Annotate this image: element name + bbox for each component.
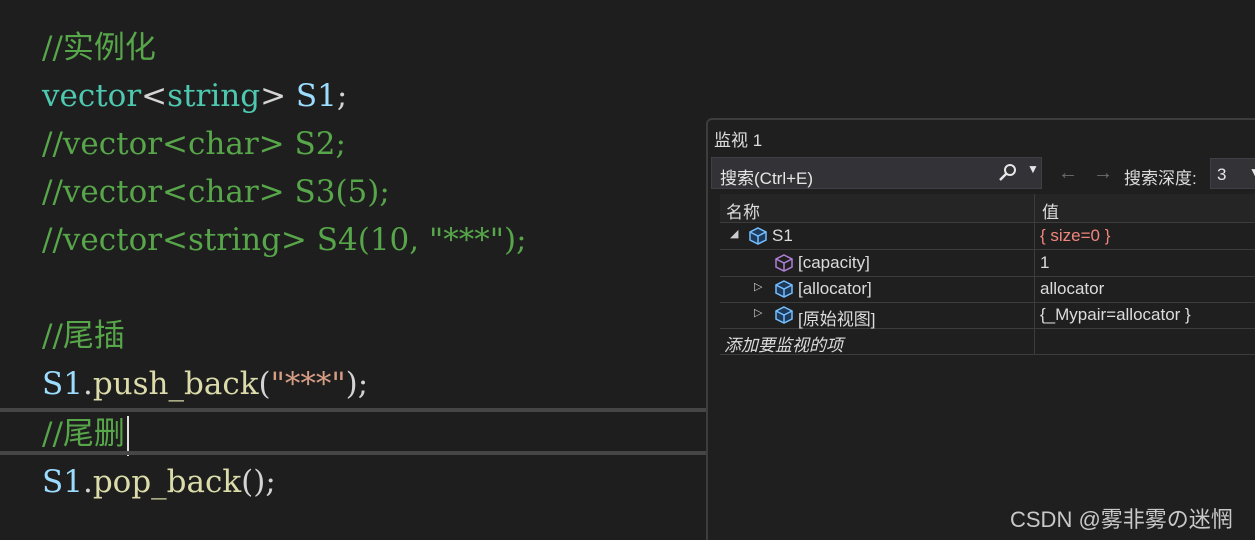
comment-text: //实例化 <box>42 30 156 66</box>
watch-row-allocator[interactable]: ▷ [allocator] allocator <box>720 276 1255 303</box>
comment-text: //vector<string> S4(10, "***"); <box>42 222 527 258</box>
search-depth-select[interactable]: 3 ▼ <box>1210 158 1255 189</box>
type-keyword: vector <box>42 78 142 114</box>
collapsed-triangle-icon[interactable]: ▷ <box>754 306 762 319</box>
watch-row-s1[interactable]: ◢ S1 { size=0 } <box>720 223 1255 250</box>
property-icon <box>774 253 794 273</box>
paren-open: ( <box>258 366 271 402</box>
code-line-1[interactable]: //实例化 <box>42 24 156 72</box>
search-placeholder[interactable]: 搜索(Ctrl+E) <box>720 164 813 189</box>
template-arg: string <box>167 78 261 114</box>
code-line-3[interactable]: //vector<char> S2; <box>42 120 346 168</box>
object-icon <box>774 279 794 299</box>
code-line-4[interactable]: //vector<char> S3(5); <box>42 168 390 216</box>
object-icon <box>748 226 768 246</box>
function-name: pop_back <box>92 464 242 500</box>
comment-text: //尾删 <box>42 416 125 452</box>
variable-name: S1 <box>286 78 337 114</box>
add-watch-placeholder[interactable]: 添加要监视的项 <box>724 331 843 356</box>
watch-row-value[interactable]: allocator <box>1040 279 1104 299</box>
function-name: push_back <box>92 366 259 402</box>
watch-row-raw-view[interactable]: ▷ [原始视图] {_Mypair=allocator } <box>720 302 1255 329</box>
grid-header: 名称 值 <box>720 194 1255 223</box>
search-depth-value: 3 <box>1217 165 1227 184</box>
paren-close: ); <box>345 366 369 402</box>
column-header-name[interactable]: 名称 <box>726 198 760 223</box>
back-arrow-icon[interactable]: ← <box>1058 162 1078 185</box>
template-close: > <box>260 78 287 114</box>
template-open: < <box>141 78 168 114</box>
search-box[interactable]: 搜索(Ctrl+E) ▼ <box>711 157 1042 189</box>
forward-arrow-icon[interactable]: → <box>1093 162 1113 185</box>
member-dot: . <box>82 366 93 402</box>
watch-row-name: [capacity] <box>798 253 870 272</box>
string-literal: "***" <box>270 366 346 402</box>
text-caret <box>126 415 129 456</box>
object-name: S1 <box>42 366 83 402</box>
watch-title: 监视 1 <box>714 131 763 150</box>
expanded-triangle-icon[interactable]: ◢ <box>730 227 738 240</box>
call-parens: (); <box>241 464 276 500</box>
code-line-7[interactable]: //尾插 <box>42 312 125 360</box>
object-name: S1 <box>42 464 83 500</box>
watermark: CSDN @雾非雾の迷惘 <box>1010 507 1233 532</box>
watch-row-value[interactable]: {_Mypair=allocator } <box>1040 305 1191 325</box>
watch-window[interactable]: 监视 1 搜索(Ctrl+E) ▼ ← → 搜索深度: 3 ▼ 名称 值 ◢ S… <box>706 118 1255 540</box>
semicolon: ; <box>336 78 348 114</box>
watch-row-name: S1 <box>772 226 793 245</box>
search-icon[interactable] <box>998 163 1018 188</box>
column-header-value[interactable]: 值 <box>1042 198 1059 223</box>
comment-text: //尾插 <box>42 318 125 354</box>
code-line-10[interactable]: S1.pop_back(); <box>42 458 276 506</box>
object-icon <box>774 305 794 325</box>
code-line-8[interactable]: S1.push_back("***"); <box>42 360 368 408</box>
search-options-dropdown-icon[interactable]: ▼ <box>1027 162 1039 176</box>
add-watch-row[interactable]: 添加要监视的项 <box>720 328 1255 355</box>
watch-row-name: [allocator] <box>798 279 872 298</box>
watch-row-value[interactable]: 1 <box>1040 253 1049 273</box>
watch-row-capacity[interactable]: [capacity] 1 <box>720 250 1255 277</box>
search-depth-label: 搜索深度: <box>1124 169 1197 188</box>
watch-row-name: [原始视图] <box>798 310 876 329</box>
code-line-5[interactable]: //vector<string> S4(10, "***"); <box>42 216 527 264</box>
comment-text: //vector<char> S2; <box>42 126 346 162</box>
chevron-down-icon: ▼ <box>1249 165 1255 179</box>
watch-row-value[interactable]: { size=0 } <box>1040 226 1110 246</box>
collapsed-triangle-icon[interactable]: ▷ <box>754 280 762 293</box>
current-line-border-bottom <box>0 451 710 455</box>
code-line-2[interactable]: vector<string> S1; <box>42 72 347 120</box>
comment-text: //vector<char> S3(5); <box>42 174 390 210</box>
member-dot: . <box>82 464 93 500</box>
